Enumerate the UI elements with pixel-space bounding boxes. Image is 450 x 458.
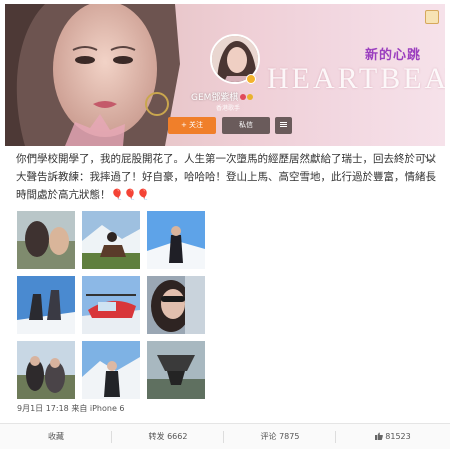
photo-thumbnail[interactable] [147,276,205,334]
photo-thumbnail[interactable] [17,276,75,334]
vip-icon [240,94,247,100]
post-timestamp[interactable]: 9月1日 17:18 来自 iPhone 6 [17,403,125,414]
photo-grid [17,211,205,399]
cover-title: 新的心跳 [365,48,422,63]
repost-button[interactable]: 转发 6662 [112,424,224,450]
photo-thumbnail[interactable] [82,341,140,399]
photo-thumbnail[interactable] [147,211,205,269]
message-button[interactable]: 私信 [222,117,270,134]
profile-cover: 新的心跳 HEARTBEAT GEM鄧紫棋 香港歌手 + 关注 私信 [5,4,445,146]
cover-word: HEARTBEAT [267,62,445,95]
comment-label: 评论 7875 [260,432,300,441]
more-menu-button[interactable] [275,117,292,134]
photo-thumbnail[interactable] [82,276,140,334]
photo-thumbnail[interactable] [17,211,75,269]
photo-thumbnail[interactable] [82,211,140,269]
follow-button[interactable]: + 关注 [168,117,216,134]
photo-thumbnail[interactable] [17,341,75,399]
verified-icon [246,74,256,84]
collect-button[interactable]: 收藏 [0,424,112,450]
photo-thumbnail[interactable] [147,341,205,399]
like-button[interactable]: 81523 [336,424,450,450]
thumbs-up-icon [375,432,384,440]
menu-icon [280,122,287,123]
action-bar: 收藏 转发 6662 评论 7875 81523 [0,423,450,449]
profile-name-row[interactable]: GEM鄧紫棋 [191,90,254,103]
post-body: 你們學校開學了，我的屁股開花了。人生第一次墮馬的經歷居然獻給了瑞士，回去終於可以… [16,153,436,201]
comment-button[interactable]: 评论 7875 [224,424,336,450]
like-count: 81523 [385,432,411,441]
profile-subtitle: 香港歌手 [216,105,241,112]
balloon-emoji: 🎈🎈🎈 [110,189,150,201]
collect-label: 收藏 [48,432,64,441]
repost-label: 转发 6662 [148,432,188,441]
corner-badge-icon[interactable] [425,10,439,24]
post-text: 你們學校開學了，我的屁股開花了。人生第一次墮馬的經歷居然獻給了瑞士，回去終於可以… [16,150,436,204]
profile-name[interactable]: GEM鄧紫棋 [191,93,238,103]
level-icon [247,94,254,100]
